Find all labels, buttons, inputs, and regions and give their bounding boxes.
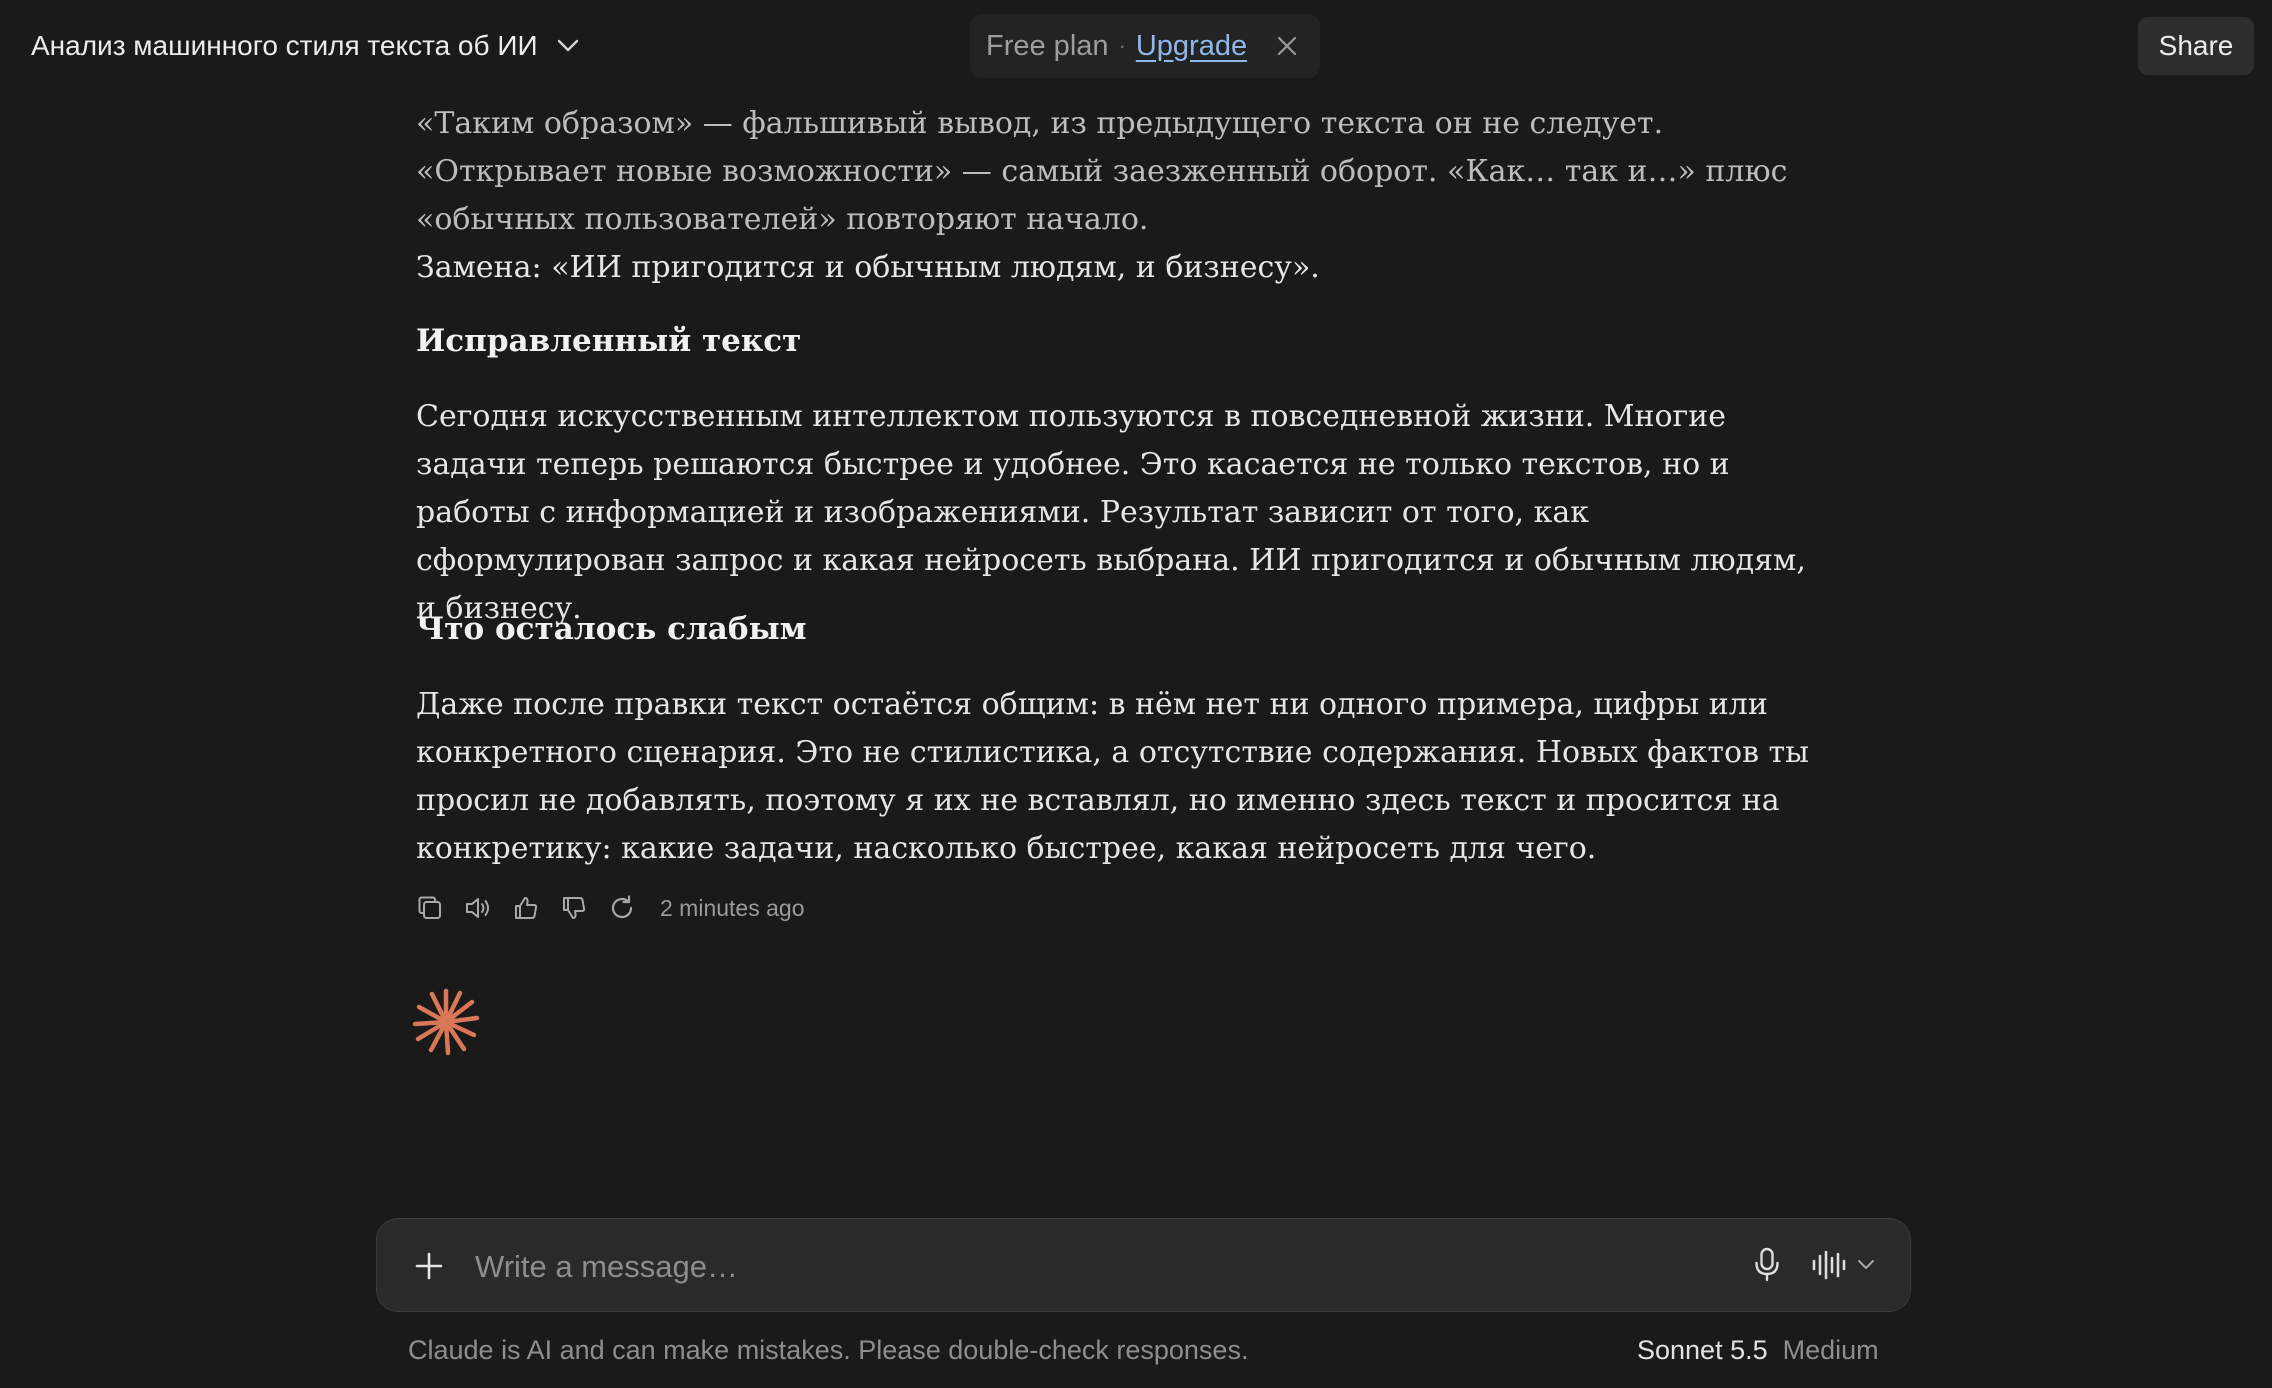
retry-icon[interactable] xyxy=(604,890,640,926)
plan-label: Free plan xyxy=(986,29,1109,62)
chevron-down-icon xyxy=(554,32,582,60)
ai-disclaimer: Claude is AI and can make mistakes. Plea… xyxy=(408,1335,1249,1365)
replacement-line: Замена: «ИИ пригодится и обычным людям, … xyxy=(416,250,1320,285)
plan-separator: · xyxy=(1118,33,1126,58)
top-bar: Анализ машинного стиля текста об ИИ Free… xyxy=(0,0,2272,92)
copy-icon[interactable] xyxy=(412,890,448,926)
corrected-text-paragraph: Сегодня искусственным интеллектом пользу… xyxy=(416,399,1806,626)
model-effort: Medium xyxy=(1782,1335,1879,1365)
upgrade-link[interactable]: Upgrade xyxy=(1136,30,1247,63)
section-heading-weak: Что осталось слабым xyxy=(416,611,807,647)
waveform-icon xyxy=(1812,1250,1846,1280)
chevron-down-icon xyxy=(1858,1260,1874,1269)
plus-icon[interactable] xyxy=(409,1246,449,1286)
message-actions: 2 minutes ago xyxy=(412,890,804,926)
section-heading-corrected: Исправленный текст xyxy=(416,323,802,359)
thumbs-down-icon[interactable] xyxy=(556,890,592,926)
message-composer xyxy=(376,1218,1911,1312)
microphone-icon[interactable] xyxy=(1745,1243,1789,1287)
share-button[interactable]: Share xyxy=(2138,17,2254,75)
model-name: Sonnet 5.5 xyxy=(1637,1335,1768,1365)
chat-title-dropdown[interactable]: Анализ машинного стиля текста об ИИ xyxy=(31,27,582,65)
voice-mode-button[interactable] xyxy=(1811,1243,1891,1287)
weak-points-paragraph: Даже после правки текст остаётся общим: … xyxy=(416,687,1809,866)
paragraph-text: «Таким образом» — фальшивый вывод, из пр… xyxy=(416,106,1788,237)
chat-title: Анализ машинного стиля текста об ИИ xyxy=(31,30,538,61)
claude-spark-icon xyxy=(412,988,480,1056)
message-timestamp: 2 minutes ago xyxy=(660,894,805,921)
close-icon[interactable] xyxy=(1273,32,1301,60)
plan-banner: Free plan · Upgrade xyxy=(970,14,1320,78)
speaker-icon[interactable] xyxy=(460,890,496,926)
model-selector[interactable]: Sonnet 5.5 Medium xyxy=(1637,1335,1879,1366)
message-paragraph: «Таким образом» — фальшивый вывод, из пр… xyxy=(416,100,1816,292)
thumbs-up-icon[interactable] xyxy=(508,890,544,926)
chat-app: Анализ машинного стиля текста об ИИ Free… xyxy=(0,0,2272,1388)
message-input[interactable] xyxy=(473,1241,1477,1293)
